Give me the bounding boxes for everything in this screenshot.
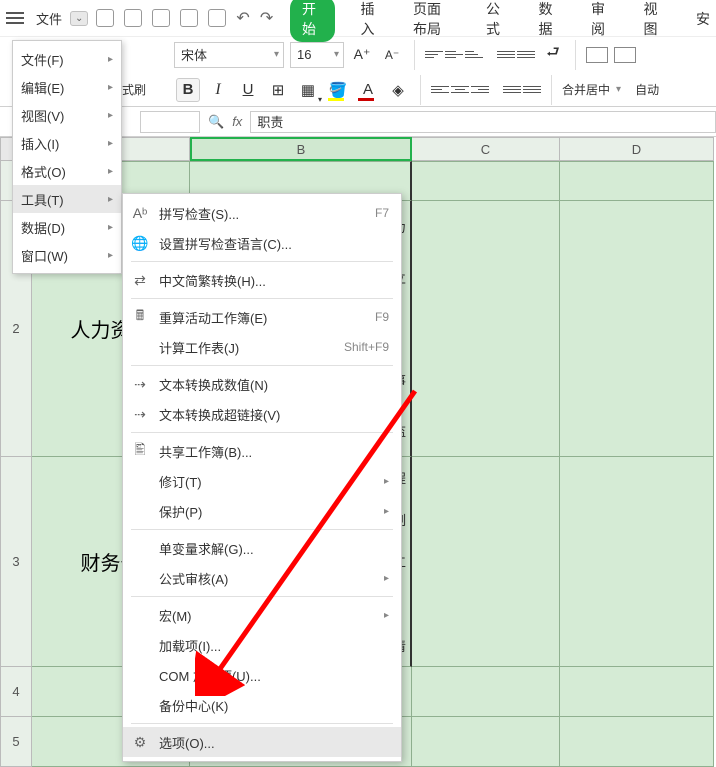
- auto-wrap-button[interactable]: [614, 47, 636, 63]
- formula-input[interactable]: 职责: [250, 111, 716, 133]
- submenu-traditional-simplified[interactable]: ⇄中文简繁转换(H)...: [123, 265, 401, 295]
- submenu-options[interactable]: ⚙选项(O)...: [123, 727, 401, 757]
- col-header-d[interactable]: D: [560, 137, 714, 161]
- tab-formula[interactable]: 公式: [480, 0, 513, 43]
- align-top-icon[interactable]: [425, 46, 443, 64]
- clear-format-icon[interactable]: ◈: [386, 78, 410, 102]
- menu-separator: [131, 298, 393, 299]
- calc-icon: 🖩: [131, 308, 149, 326]
- menu-separator: [131, 365, 393, 366]
- tools-submenu: Aᵇ拼写检查(S)...F7 🌐设置拼写检查语言(C)... ⇄中文简繁转换(H…: [122, 193, 402, 762]
- tab-insert[interactable]: 插入: [355, 0, 388, 43]
- decrease-font-icon[interactable]: A⁻: [380, 43, 404, 67]
- submenu-com-addin[interactable]: COM 加载项(U)...: [123, 660, 401, 690]
- spellcheck-icon: Aᵇ: [131, 204, 149, 222]
- name-box[interactable]: [140, 111, 200, 133]
- menu-separator: [131, 596, 393, 597]
- indent-increase-icon[interactable]: [517, 46, 535, 64]
- row-header-4[interactable]: 4: [0, 667, 32, 717]
- submenu-text-to-number[interactable]: ⇢文本转换成数值(N): [123, 369, 401, 399]
- tab-pagelayout[interactable]: 页面布局: [407, 0, 460, 43]
- format-painter[interactable]: 式刷: [122, 81, 146, 98]
- merge-center-button[interactable]: [586, 47, 608, 63]
- cell-d1[interactable]: [560, 161, 714, 201]
- menu-view[interactable]: 视图(V)▸: [13, 101, 121, 129]
- merge-label: 合并居中: [562, 81, 610, 98]
- submenu-formula-audit[interactable]: 公式审核(A)▸: [123, 563, 401, 593]
- cell-d3[interactable]: [560, 457, 714, 667]
- wrap-text-icon[interactable]: ⮐: [541, 43, 565, 67]
- menu-file[interactable]: 文件(F)▸: [13, 45, 121, 73]
- border-button[interactable]: ⊞: [266, 78, 290, 102]
- align-middle-icon[interactable]: [445, 46, 463, 64]
- submenu-spellcheck[interactable]: Aᵇ拼写检查(S)...F7: [123, 198, 401, 228]
- italic-button[interactable]: I: [206, 78, 230, 102]
- font-family-select[interactable]: 宋体: [174, 42, 284, 68]
- justify-icon[interactable]: [503, 81, 521, 99]
- tab-view[interactable]: 视图: [638, 0, 671, 43]
- submenu-protect[interactable]: 保护(P)▸: [123, 496, 401, 526]
- tab-safe[interactable]: 安: [690, 5, 716, 33]
- globe-icon: 🌐: [131, 234, 149, 252]
- submenu-recalc-workbook[interactable]: 🖩重算活动工作簿(E)F9: [123, 302, 401, 332]
- underline-button[interactable]: U: [236, 78, 260, 102]
- tab-start[interactable]: 开始: [290, 0, 335, 42]
- menu-tools[interactable]: 工具(T)▸: [13, 185, 121, 213]
- submenu-solver[interactable]: 单变量求解(G)...: [123, 533, 401, 563]
- row-header-3[interactable]: 3: [0, 457, 32, 667]
- cell-d2[interactable]: [560, 201, 714, 457]
- submenu-addin[interactable]: 加载项(I)...: [123, 630, 401, 660]
- font-size-select[interactable]: 16: [290, 42, 344, 68]
- submenu-share-workbook[interactable]: 🖺共享工作簿(B)...: [123, 436, 401, 466]
- cell-c3[interactable]: [412, 457, 560, 667]
- cell-c5[interactable]: [412, 717, 560, 767]
- menu-insert[interactable]: 插入(I)▸: [13, 129, 121, 157]
- menu-separator: [131, 432, 393, 433]
- submenu-calc-sheet[interactable]: 计算工作表(J)Shift+F9: [123, 332, 401, 362]
- col-header-b[interactable]: B: [190, 137, 412, 161]
- menu-window[interactable]: 窗口(W)▸: [13, 241, 121, 269]
- indent-decrease-icon[interactable]: [497, 46, 515, 64]
- menu-format[interactable]: 格式(O)▸: [13, 157, 121, 185]
- distribute-icon[interactable]: [523, 81, 541, 99]
- main-menu-dropdown: 文件(F)▸ 编辑(E)▸ 视图(V)▸ 插入(I)▸ 格式(O)▸ 工具(T)…: [12, 40, 122, 274]
- row-header-5[interactable]: 5: [0, 717, 32, 767]
- col-header-c[interactable]: C: [412, 137, 560, 161]
- convert-icon: ⇄: [131, 271, 149, 289]
- number-icon: ⇢: [131, 375, 149, 393]
- fx-label[interactable]: fx: [232, 114, 242, 129]
- bold-button[interactable]: B: [176, 78, 200, 102]
- fill-color-button[interactable]: 🪣: [326, 78, 350, 102]
- menu-edit[interactable]: 编辑(E)▸: [13, 73, 121, 101]
- submenu-text-to-link[interactable]: ⇢文本转换成超链接(V): [123, 399, 401, 429]
- align-center-icon[interactable]: [451, 81, 469, 99]
- menu-separator: [131, 261, 393, 262]
- border-style-button[interactable]: ▦▾: [296, 78, 320, 102]
- menu-data[interactable]: 数据(D)▸: [13, 213, 121, 241]
- align-left-icon[interactable]: [431, 81, 449, 99]
- auto-label: 自动: [635, 81, 659, 98]
- menu-separator: [131, 529, 393, 530]
- increase-font-icon[interactable]: A⁺: [350, 43, 374, 67]
- submenu-backup-center[interactable]: 备份中心(K): [123, 690, 401, 720]
- cell-c1[interactable]: [412, 161, 560, 201]
- align-bottom-icon[interactable]: [465, 46, 483, 64]
- submenu-spell-language[interactable]: 🌐设置拼写检查语言(C)...: [123, 228, 401, 258]
- zoom-icon[interactable]: 🔍: [208, 114, 224, 130]
- align-right-icon[interactable]: [471, 81, 489, 99]
- link-icon: ⇢: [131, 405, 149, 423]
- font-color-button[interactable]: A: [356, 78, 380, 102]
- share-icon: 🖺: [131, 442, 149, 460]
- submenu-revise[interactable]: 修订(T)▸: [123, 466, 401, 496]
- tab-review[interactable]: 审阅: [585, 0, 618, 43]
- submenu-macro[interactable]: 宏(M)▸: [123, 600, 401, 630]
- gear-icon: ⚙: [131, 733, 149, 751]
- cell-c4[interactable]: [412, 667, 560, 717]
- tab-data[interactable]: 数据: [533, 0, 566, 43]
- menu-separator: [131, 723, 393, 724]
- cell-d4[interactable]: [560, 667, 714, 717]
- cell-d5[interactable]: [560, 717, 714, 767]
- cell-c2[interactable]: [412, 201, 560, 457]
